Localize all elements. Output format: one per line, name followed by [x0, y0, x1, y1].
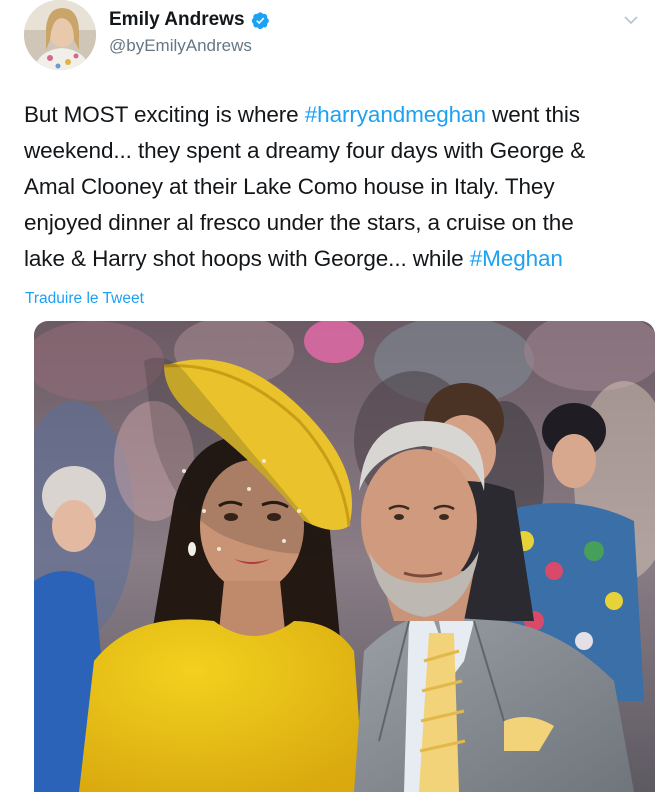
tweet-text: But MOST exciting is where #harryandmegh… [24, 97, 644, 277]
display-name[interactable]: Emily Andrews [109, 9, 245, 31]
verified-badge-icon [251, 11, 269, 29]
avatar[interactable] [24, 0, 96, 70]
photo-image [34, 321, 655, 792]
author-names: Emily Andrews @byEmilyAndrews [109, 8, 270, 56]
tweet-text-line: enjoyed dinner al fresco under the stars… [24, 205, 644, 241]
translate-tweet-link[interactable]: Traduire le Tweet [25, 290, 144, 308]
tweet-text-segment: enjoyed dinner al fresco under the stars… [24, 210, 574, 235]
avatar-image [24, 0, 96, 70]
author-handle[interactable]: @byEmilyAndrews [109, 36, 270, 56]
tweet-text-line: weekend... they spent a dreamy four days… [24, 133, 644, 169]
tweet-text-line: But MOST exciting is where #harryandmegh… [24, 97, 644, 133]
chevron-down-icon[interactable] [623, 14, 639, 26]
tweet-text-segment: lake & Harry shot hoops with George... w… [24, 246, 470, 271]
display-name-row: Emily Andrews [109, 8, 270, 32]
hashtag-link[interactable]: #harryandmeghan [305, 102, 486, 127]
tweet-photo[interactable] [34, 321, 655, 792]
tweet-text-line: Amal Clooney at their Lake Como house in… [24, 169, 644, 205]
hashtag-link[interactable]: #Meghan [470, 246, 563, 271]
tweet-text-line: lake & Harry shot hoops with George... w… [24, 241, 644, 277]
tweet-text-segment: went this [485, 102, 580, 127]
tweet-text-segment: But MOST exciting is where [24, 102, 305, 127]
tweet-header: Emily Andrews @byEmilyAndrews [24, 0, 639, 72]
tweet-text-segment: Amal Clooney at their Lake Como house in… [24, 174, 555, 199]
tweet-text-segment: weekend... they spent a dreamy four days… [24, 138, 586, 163]
